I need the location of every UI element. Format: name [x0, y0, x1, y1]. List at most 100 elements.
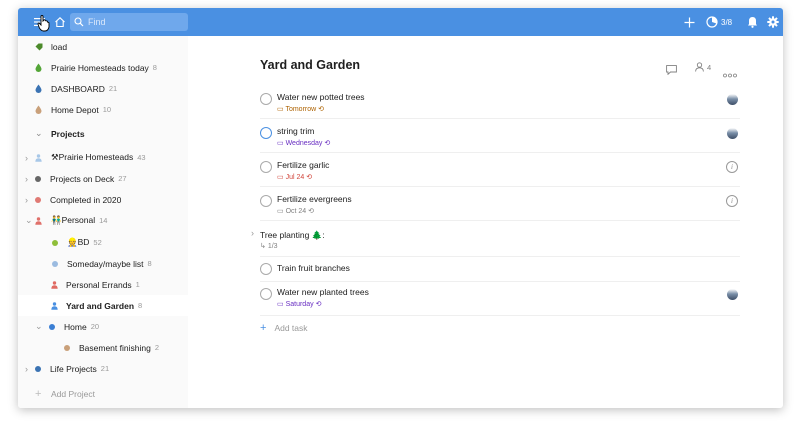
sidebar-item-count: 10	[102, 105, 112, 114]
task-due-date[interactable]: ▭ Oct 24 ⟲	[277, 207, 314, 215]
sidebar-item-count: 20	[90, 322, 100, 331]
gear-icon[interactable]	[766, 8, 780, 36]
bell-icon[interactable]	[745, 8, 759, 36]
sidebar-item-count: 8	[147, 259, 152, 268]
sidebar-item-prairie-homesteads-today[interactable]: Prairie Homesteads today 8	[18, 57, 188, 78]
sidebar-item-basement-finishing[interactable]: Basement finishing 2	[18, 337, 188, 358]
task-item[interactable]: Fertilize evergreens ▭ Oct 24 ⟲ i	[260, 186, 740, 221]
sidebar-item-count: 21	[108, 84, 118, 93]
sidebar-item-bd[interactable]: 👷BD 52	[18, 232, 188, 253]
sidebar-item-yard-and-garden[interactable]: Yard and Garden 8	[18, 295, 188, 316]
projects-section-header[interactable]: ⌄ Projects	[18, 123, 188, 144]
filter-drop-icon	[35, 63, 51, 72]
calendar-icon: ▭	[277, 174, 284, 181]
filter-drop-icon	[35, 84, 51, 93]
share-button[interactable]: 4	[695, 62, 711, 72]
task-checkbox[interactable]	[260, 195, 272, 207]
add-icon[interactable]	[682, 8, 696, 36]
task-due-label: Wednesday	[285, 140, 323, 147]
sidebar-item-home-depot[interactable]: Home Depot 10	[18, 99, 188, 120]
productivity-button[interactable]: 3/8	[706, 8, 732, 36]
sidebar-item-label: Basement finishing	[79, 342, 151, 353]
app-window: Find 3/8 load Prairie Homesteads today 8…	[18, 8, 783, 408]
home-icon[interactable]	[52, 8, 68, 36]
chevron-right-icon[interactable]: ›	[25, 364, 35, 374]
task-checkbox[interactable]	[260, 263, 272, 275]
shared-person-icon	[51, 280, 66, 289]
recurring-icon: ⟲	[308, 208, 315, 215]
add-project-button[interactable]: + Add Project	[18, 383, 188, 404]
task-name: Water new planted trees	[277, 287, 369, 297]
sidebar-item-life-projects[interactable]: › Life Projects 21	[18, 358, 188, 379]
task-item[interactable]: Water new potted trees ▭ Tomorrow ⟲	[260, 84, 740, 119]
sidebar-item-load[interactable]: load	[18, 36, 188, 57]
sidebar: load Prairie Homesteads today 8 DASHBOAR…	[18, 36, 188, 408]
task-checkbox[interactable]	[260, 93, 272, 105]
add-task-button[interactable]: + Add task	[260, 321, 308, 335]
sidebar-item-completed-in-2020[interactable]: › Completed in 2020	[18, 189, 188, 210]
info-icon[interactable]: i	[726, 161, 738, 173]
sidebar-item-personal[interactable]: ⌄ 👬Personal 14	[18, 210, 188, 231]
task-due-date[interactable]: ▭ Saturday ⟲	[277, 300, 321, 308]
sidebar-item-label: Home	[64, 321, 87, 332]
calendar-icon: ▭	[277, 301, 284, 308]
project-color-dot	[52, 239, 58, 246]
main-content: Yard and Garden 4 Water new potted trees…	[188, 36, 783, 408]
task-checkbox[interactable]	[260, 288, 272, 300]
recurring-icon: ⟲	[315, 301, 322, 308]
chevron-right-icon[interactable]: ›	[25, 174, 35, 184]
sidebar-item-label: ⚒Prairie Homesteads	[51, 152, 134, 162]
sidebar-item-personal-errands[interactable]: Personal Errands 1	[18, 274, 188, 295]
sidebar-item-label: Completed in 2020	[50, 194, 122, 205]
sidebar-item-count: 14	[99, 216, 108, 225]
people-count: 4	[707, 62, 712, 72]
sidebar-item-label: Home Depot	[51, 104, 99, 115]
sidebar-item-label: Yard and Garden	[66, 300, 135, 311]
label-tag-icon	[35, 43, 51, 51]
task-name: Fertilize evergreens	[277, 194, 352, 204]
sidebar-item-count: 1	[135, 280, 140, 289]
sidebar-item-someday-maybe-list[interactable]: Someday/maybe list 8	[18, 253, 188, 274]
chevron-down-icon[interactable]: ⌄	[35, 321, 47, 332]
menu-icon[interactable]	[32, 8, 46, 36]
task-checkbox[interactable]	[260, 127, 272, 139]
task-due-date[interactable]: ▭ Wednesday ⟲	[277, 139, 330, 147]
comment-icon[interactable]	[666, 62, 677, 80]
person-icon	[695, 62, 704, 72]
task-checkbox[interactable]	[260, 161, 272, 173]
info-icon[interactable]: i	[726, 195, 738, 207]
search-input[interactable]: Find	[70, 13, 188, 31]
chevron-down-icon[interactable]: ⌄	[25, 215, 35, 226]
filter-drop-icon	[35, 105, 51, 114]
calendar-icon: ▭	[277, 106, 284, 113]
task-item[interactable]: string trim ▭ Wednesday ⟲	[260, 118, 740, 153]
task-name: string trim	[277, 126, 315, 136]
task-item[interactable]: Water new planted trees ▭ Saturday ⟲	[260, 281, 740, 316]
task-due-date[interactable]: ▭ Jul 24 ⟲	[277, 173, 312, 181]
sidebar-item-count: 8	[138, 301, 143, 310]
add-icon: +	[35, 387, 42, 400]
task-due-date[interactable]: ▭ Tomorrow ⟲	[277, 105, 324, 113]
shared-person-icon	[51, 301, 66, 310]
more-options-icon[interactable]	[723, 65, 737, 83]
sidebar-item-dashboard[interactable]: DASHBOARD 21	[18, 78, 188, 99]
sidebar-item-home[interactable]: ⌄ Home 20	[18, 316, 188, 337]
recurring-icon: ⟲	[318, 106, 325, 113]
sidebar-item-projects-on-deck[interactable]: › Projects on Deck 27	[18, 168, 188, 189]
project-color-dot	[49, 323, 55, 330]
sidebar-item-prairie-homesteads[interactable]: › ⚒Prairie Homesteads 43	[18, 147, 188, 168]
sidebar-item-count: 43	[137, 153, 146, 162]
task-item[interactable]: Train fruit branches	[260, 256, 740, 282]
project-color-dot	[64, 344, 70, 351]
avatar[interactable]	[727, 94, 738, 105]
chevron-down-icon: ⌄	[35, 128, 43, 138]
task-item[interactable]: › Tree planting 🌲: ↳ 1/3	[251, 220, 740, 257]
chevron-right-icon[interactable]: ›	[25, 153, 35, 163]
chevron-right-icon[interactable]: ›	[251, 228, 254, 238]
avatar[interactable]	[727, 128, 738, 139]
chevron-right-icon[interactable]: ›	[25, 195, 35, 205]
avatar[interactable]	[727, 289, 738, 300]
task-item[interactable]: Fertilize garlic ▭ Jul 24 ⟲ i	[260, 152, 740, 187]
subtask-count: ↳ 1/3	[260, 242, 278, 250]
search-icon	[74, 17, 84, 27]
